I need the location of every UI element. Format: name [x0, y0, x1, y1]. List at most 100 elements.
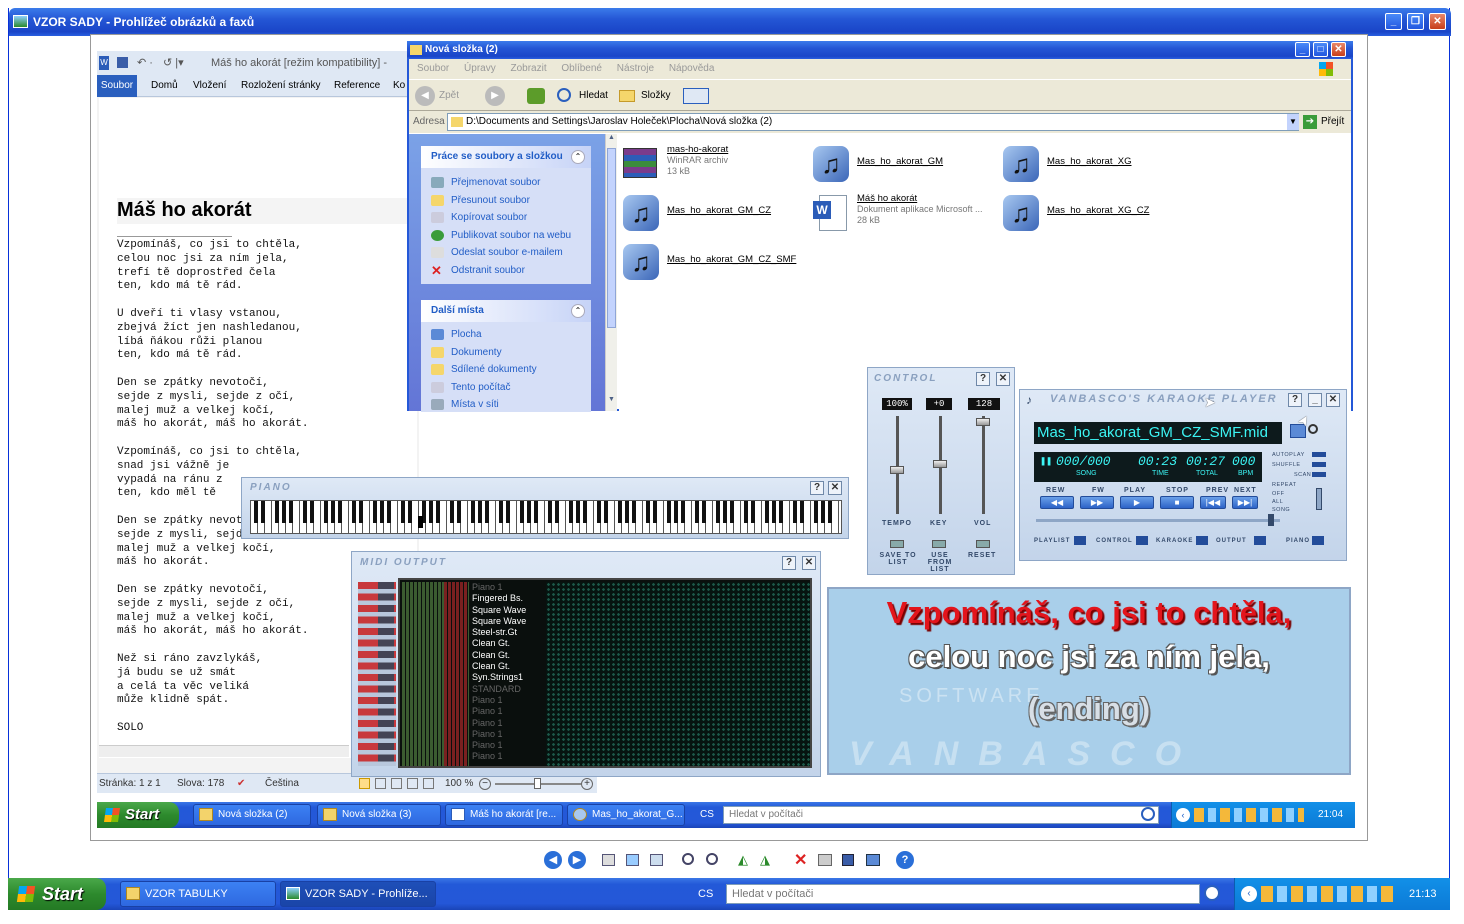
- inner-task-folder-3[interactable]: Nová složka (3): [317, 804, 441, 826]
- inner-task-word[interactable]: Máš ho akorát [re...: [445, 804, 563, 826]
- edit-icon[interactable]: [866, 854, 880, 866]
- file-word-doc[interactable]: W Máš ho akorát Dokument aplikace Micros…: [811, 191, 996, 237]
- collapse-chevron-icon[interactable]: ⌃: [571, 304, 585, 318]
- back-arrow-icon[interactable]: ◀: [415, 86, 435, 106]
- proofing-icon[interactable]: ✔: [237, 774, 245, 794]
- rew-button[interactable]: ◀◀: [1040, 496, 1074, 509]
- minimize-button[interactable]: _: [1385, 13, 1402, 30]
- reading-view-icon[interactable]: [375, 778, 386, 789]
- place-documents[interactable]: Dokumenty: [421, 344, 591, 362]
- search-icon[interactable]: [557, 88, 571, 102]
- task-move[interactable]: Přesunout soubor: [421, 192, 591, 210]
- best-fit-icon[interactable]: [602, 854, 615, 866]
- prev-image-icon[interactable]: ◀: [544, 851, 562, 869]
- tab-domu[interactable]: Domů: [151, 75, 178, 97]
- next-image-icon[interactable]: ▶: [568, 851, 586, 869]
- close-button[interactable]: ✕: [996, 372, 1010, 386]
- address-dropdown-icon[interactable]: ▼: [1287, 114, 1299, 130]
- stop-button[interactable]: ■: [1160, 496, 1194, 509]
- repeat-song[interactable]: SONG: [1272, 506, 1332, 514]
- playlist-toggle-box[interactable]: [1074, 536, 1086, 545]
- file-midi-gm[interactable]: ♫ Mas_ho_akorat_GM: [811, 142, 996, 188]
- redo-icon[interactable]: ↺ |▾: [163, 51, 184, 75]
- slideshow-icon[interactable]: [650, 854, 663, 866]
- explorer-minimize[interactable]: _: [1295, 42, 1310, 57]
- address-field[interactable]: D:\Documents and Settings\Jaroslav Holeč…: [447, 113, 1299, 131]
- vol-slider-track[interactable]: [982, 416, 985, 514]
- inner-task-karaoke[interactable]: Mas_ho_akorat_G...: [567, 804, 685, 826]
- zoom-in-circle[interactable]: +: [581, 778, 593, 790]
- search-button[interactable]: Hledat: [579, 80, 608, 112]
- save-icon[interactable]: [117, 57, 128, 68]
- print-icon[interactable]: [818, 854, 832, 866]
- help-button[interactable]: ?: [810, 481, 824, 495]
- horizontal-scrollbar[interactable]: [99, 745, 349, 757]
- zoom-out-circle[interactable]: −: [479, 778, 491, 790]
- file-midi-gm-cz[interactable]: ♫ Mas_ho_akorat_GM_CZ: [621, 191, 806, 237]
- karaoke-toggle-box[interactable]: [1196, 536, 1208, 545]
- control-toggle[interactable]: CONTROL: [1096, 538, 1133, 544]
- output-toggle-box[interactable]: [1254, 536, 1266, 545]
- next-button[interactable]: ▶▶|: [1232, 496, 1258, 509]
- vol-slider-thumb[interactable]: [976, 418, 990, 426]
- folders-button[interactable]: Složky: [641, 80, 670, 112]
- inner-lang[interactable]: CS: [700, 802, 714, 828]
- zoom-in-icon[interactable]: [682, 853, 694, 865]
- help-button[interactable]: ?: [976, 372, 990, 386]
- zoom-slider-thumb[interactable]: [534, 778, 541, 789]
- karaoke-toggle[interactable]: KARAOKE: [1156, 538, 1193, 544]
- tab-vlozeni[interactable]: Vložení: [193, 75, 226, 97]
- fw-button[interactable]: ▶▶: [1080, 496, 1114, 509]
- tasks-header[interactable]: Práce se soubory a složkou: [421, 146, 591, 168]
- scroll-down-icon[interactable]: ▼: [606, 396, 617, 408]
- file-midi-xg[interactable]: ♫ Mas_ho_akorat_XG: [1001, 142, 1186, 188]
- control-toggle-box[interactable]: [1136, 536, 1148, 545]
- up-folder-icon[interactable]: [527, 88, 545, 104]
- task-copy[interactable]: Kopírovat soubor: [421, 209, 591, 227]
- position-track[interactable]: [1036, 519, 1280, 522]
- folders-icon[interactable]: [619, 90, 635, 102]
- menu-upravy[interactable]: Úpravy: [464, 63, 496, 74]
- file-midi-xg-cz[interactable]: ♫ Mas_ho_akorat_XG_CZ: [1001, 191, 1186, 237]
- tray-icons[interactable]: [1194, 808, 1304, 822]
- inner-task-folder-2[interactable]: Nová složka (2): [193, 804, 311, 826]
- repeat-off[interactable]: OFF: [1272, 490, 1332, 498]
- file-midi-gm-cz-smf[interactable]: ♫ Mas_ho_akorat_GM_CZ_SMF: [621, 240, 806, 286]
- place-computer[interactable]: Tento počítač: [421, 379, 591, 397]
- tab-rozlozeni[interactable]: Rozložení stránky: [241, 75, 320, 97]
- close-button[interactable]: ✕: [1326, 393, 1340, 407]
- back-button[interactable]: Zpět: [439, 80, 459, 112]
- place-shared[interactable]: Sdílené dokumenty: [421, 361, 591, 379]
- go-button[interactable]: Přejít: [1321, 111, 1344, 133]
- inner-start-button[interactable]: Start: [97, 802, 179, 828]
- maximize-button[interactable]: ❐: [1407, 13, 1424, 30]
- close-button[interactable]: ✕: [802, 556, 816, 570]
- outer-search-icon[interactable]: [1204, 885, 1220, 901]
- scroll-thumb[interactable]: [607, 148, 616, 328]
- viewer-titlebar[interactable]: VZOR SADY - Prohlížeč obrázků a faxů _ ❐…: [9, 8, 1451, 36]
- minimize-button[interactable]: _: [1308, 393, 1322, 407]
- task-publish[interactable]: Publikovat soubor na webu: [421, 227, 591, 245]
- collapse-chevron-icon[interactable]: ⌃: [571, 150, 585, 164]
- tab-more[interactable]: Ko: [393, 75, 405, 97]
- outer-task-vzor-sady[interactable]: VZOR SADY - Prohlíže...: [280, 881, 436, 907]
- channel-buttons-mute[interactable]: [378, 582, 394, 766]
- places-header[interactable]: Další místa: [421, 300, 591, 322]
- use-from-list-button[interactable]: [932, 540, 946, 548]
- inner-search-icon[interactable]: [1141, 807, 1155, 821]
- undo-icon[interactable]: ↶ ·: [137, 51, 153, 75]
- tray-icons[interactable]: [1261, 886, 1397, 902]
- save-icon[interactable]: [842, 854, 854, 866]
- inner-search-field[interactable]: Hledat v počítači: [723, 806, 1159, 824]
- draft-icon[interactable]: [423, 778, 434, 789]
- reset-button[interactable]: [976, 540, 990, 548]
- play-button[interactable]: ▶: [1120, 496, 1154, 509]
- close-button[interactable]: ✕: [1429, 13, 1446, 30]
- tray-arrow-icon[interactable]: ‹: [1176, 808, 1190, 822]
- menu-napoveda[interactable]: Nápověda: [669, 63, 715, 74]
- scroll-up-icon[interactable]: ▲: [606, 134, 617, 146]
- print-layout-icon[interactable]: [359, 778, 370, 789]
- help-button[interactable]: ?: [1288, 393, 1302, 407]
- piano-toggle[interactable]: PIANO: [1286, 538, 1310, 544]
- task-rename[interactable]: Přejmenovat soubor: [421, 174, 591, 192]
